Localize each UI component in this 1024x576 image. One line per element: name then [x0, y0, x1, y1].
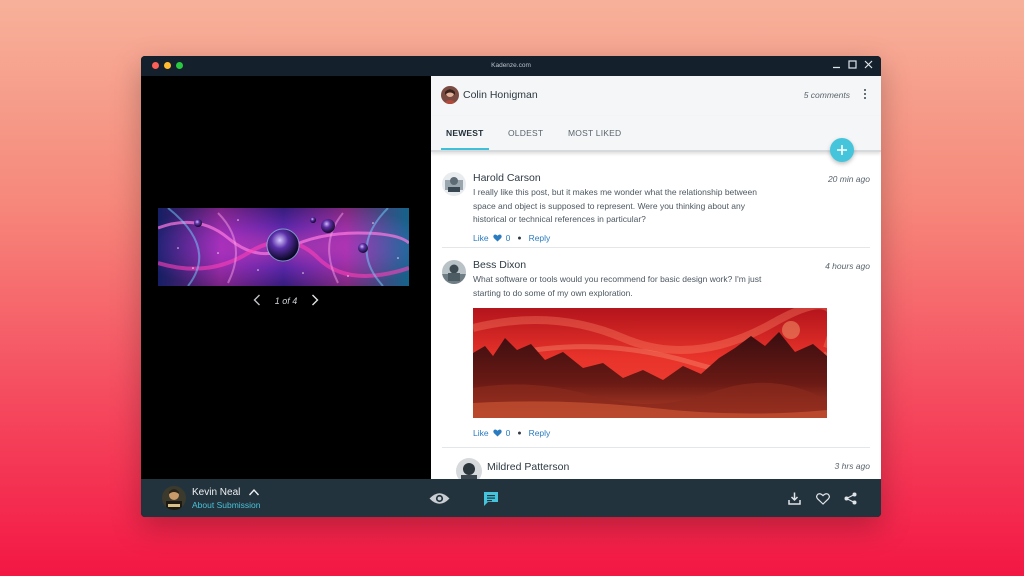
comment-item: Harold Carson 20 min ago I really like t…	[431, 164, 881, 260]
commenter-name[interactable]: Harold Carson	[473, 172, 541, 184]
comment-time: 4 hours ago	[825, 261, 870, 271]
tab-newest[interactable]: NEWEST	[441, 116, 489, 150]
download-icon[interactable]	[788, 492, 801, 505]
window-title: Kadenze.com	[491, 62, 531, 69]
divider	[442, 247, 870, 248]
close-icon[interactable]	[864, 60, 873, 69]
comment-item: Mildred Patterson 3 hrs ago	[431, 456, 881, 479]
plus-icon	[837, 145, 847, 155]
comment-attachment-image[interactable]	[473, 308, 827, 418]
avatar[interactable]	[441, 86, 459, 104]
tab-most-liked[interactable]: MOST LIKED	[568, 116, 621, 150]
avatar[interactable]	[442, 172, 466, 196]
add-comment-button[interactable]	[830, 138, 854, 162]
submission-image[interactable]	[158, 208, 409, 286]
like-button[interactable]: Like	[473, 233, 489, 243]
comment-actions: Like 0 ● Reply	[473, 233, 550, 243]
chevron-up-icon[interactable]	[248, 488, 260, 496]
heart-icon[interactable]	[492, 429, 502, 437]
avatar[interactable]	[456, 458, 482, 479]
comments-header: Colin Honigman 5 comments	[431, 76, 881, 116]
like-button[interactable]: Like	[473, 428, 489, 438]
comment-text: What software or tools would you recomme…	[473, 274, 762, 298]
commenter-name[interactable]: Mildred Patterson	[487, 461, 569, 473]
reply-button[interactable]: Reply	[529, 428, 551, 438]
window-controls	[832, 60, 873, 69]
bottom-bar: Kevin Neal About Submission	[141, 479, 881, 517]
comments-panel: Colin Honigman 5 comments NEWEST OLDEST …	[431, 76, 881, 479]
comment-count: 5 comments	[803, 90, 850, 100]
comment-text: I really like this post, but it makes me…	[473, 187, 757, 224]
avatar[interactable]	[442, 260, 466, 284]
app-window: Kadenze.com 1 of 4 Colin Honigman 5 comm…	[141, 56, 881, 517]
comment-actions: Like 0 ● Reply	[473, 428, 550, 438]
more-vertical-icon[interactable]	[863, 89, 867, 101]
minimize-icon[interactable]	[832, 60, 841, 69]
pager-text: 1 of 4	[274, 296, 298, 306]
commenter-name[interactable]: Bess Dixon	[473, 259, 526, 271]
chevron-right-icon[interactable]	[311, 294, 319, 309]
separator: ●	[517, 234, 522, 242]
sort-tabs: NEWEST OLDEST MOST LIKED	[431, 116, 881, 152]
tab-oldest[interactable]: OLDEST	[508, 116, 543, 150]
reply-button[interactable]: Reply	[529, 233, 551, 243]
chevron-left-icon[interactable]	[253, 294, 261, 309]
user-name[interactable]: Kevin Neal	[192, 487, 240, 498]
like-count: 0	[505, 428, 511, 438]
eye-icon[interactable]	[429, 492, 450, 505]
divider	[442, 447, 870, 448]
avatar[interactable]	[162, 486, 186, 510]
image-pager: 1 of 4	[141, 291, 431, 311]
comment-item: Bess Dixon 4 hours ago What software or …	[431, 256, 881, 451]
separator: ●	[517, 429, 522, 437]
about-submission-link[interactable]: About Submission	[192, 500, 261, 510]
maximize-icon[interactable]	[848, 60, 857, 69]
comment-time: 20 min ago	[827, 174, 870, 184]
share-icon[interactable]	[844, 492, 857, 505]
heart-icon[interactable]	[816, 493, 830, 505]
heart-icon[interactable]	[492, 234, 502, 242]
image-viewer: 1 of 4	[141, 76, 431, 479]
author-name[interactable]: Colin Honigman	[463, 89, 538, 101]
like-count: 0	[505, 233, 511, 243]
title-bar: Kadenze.com	[141, 56, 881, 76]
comment-time: 3 hrs ago	[834, 461, 870, 471]
comment-icon[interactable]	[483, 491, 499, 507]
